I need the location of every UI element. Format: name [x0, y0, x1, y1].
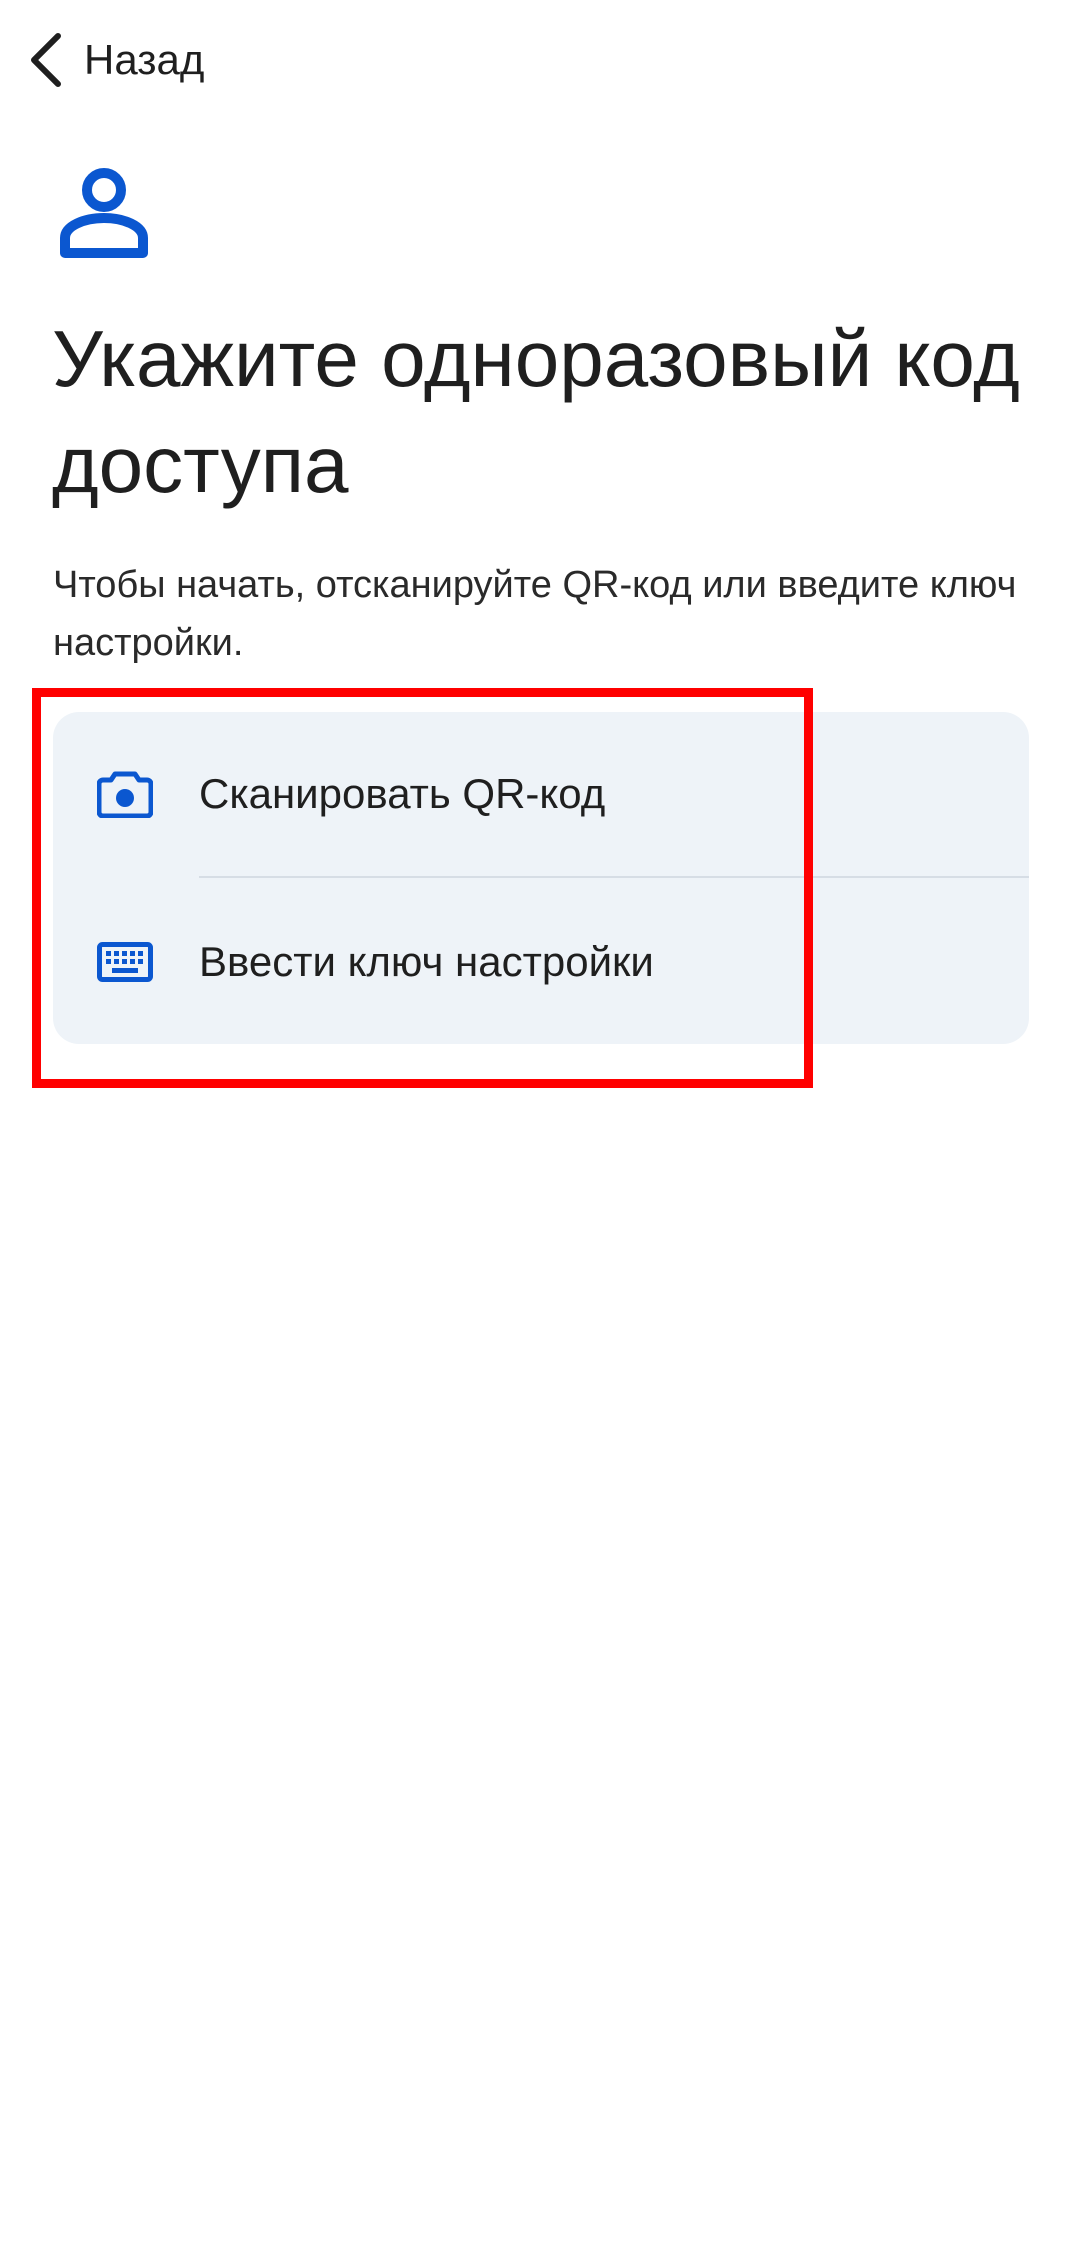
- camera-icon: [97, 770, 153, 818]
- scan-qr-option[interactable]: Сканировать QR-код: [53, 712, 1029, 876]
- back-label: Назад: [84, 36, 205, 83]
- chevron-left-icon: [28, 32, 64, 88]
- setup-options-card: Сканировать QR-код Ввести ключ настройки: [53, 712, 1029, 1044]
- scan-qr-label: Сканировать QR-код: [199, 770, 606, 817]
- page-title: Укажите одноразовый код доступа: [52, 314, 1020, 509]
- back-button[interactable]: Назад: [28, 28, 204, 92]
- enter-key-option[interactable]: Ввести ключ настройки: [53, 880, 1029, 1044]
- enter-key-label: Ввести ключ настройки: [199, 938, 654, 985]
- page-subtitle: Чтобы начать, отсканируйте QR-код или вв…: [53, 564, 1017, 664]
- keyboard-icon: [97, 942, 153, 982]
- options-divider: [199, 876, 1029, 878]
- person-icon: [60, 166, 148, 263]
